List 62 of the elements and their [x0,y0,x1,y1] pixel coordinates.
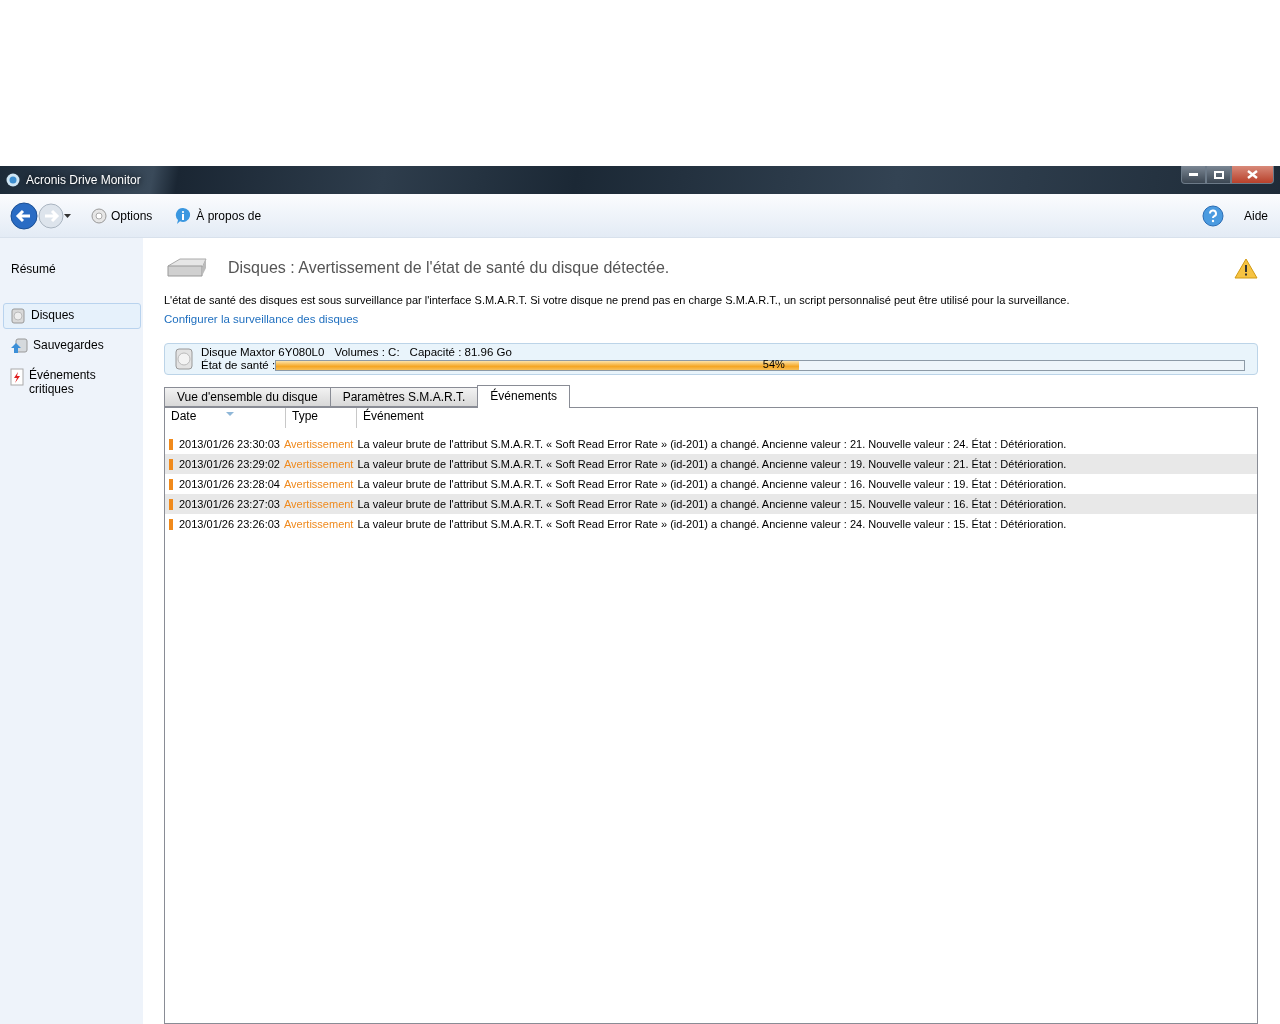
configure-link[interactable]: Configurer la surveillance des disques [164,313,359,325]
disk-volumes: Volumes : C: [334,346,400,359]
options-button[interactable]: Options [89,205,155,226]
warning-icon [1234,257,1258,279]
table-cell: Avertissement [283,518,354,530]
warning-marker-icon [169,458,173,470]
table-cell: Avertissement [283,458,354,470]
event-row[interactable]: 2013/01/26 23:27:03 Avertissement La valeur brute de l'attribut S.M.A.R.T. « Soft Read Error Rate » (id-201) a changé. Ancienne valeur : 15. Nouvelle valeur : 16. État : Détérioration. [165,494,1257,514]
info-icon [174,206,193,225]
critical-event-icon [10,368,24,386]
health-reading: 54% [762,358,786,371]
table-cell: La valeur brute de l'attribut S.M.A.R.T. « Soft Read Error Rate » (id-201) a changé. Ancienne valeur : 15. Nouvelle valeur : 16. État : Détérioration. [357,498,1067,510]
dropdown-caret-icon[interactable] [64,213,71,218]
backup-icon [10,338,28,354]
column-header[interactable]: Date [165,408,286,428]
close-button[interactable] [1231,166,1274,184]
minimize-button[interactable] [1181,166,1206,184]
health-label: État de santé : [201,359,276,372]
app-icon [6,173,20,187]
table-cell: La valeur brute de l'attribut S.M.A.R.T. « Soft Read Error Rate » (id-201) a changé. Ancienne valeur : 16. Nouvelle valeur : 19. État : Détérioration. [357,478,1067,490]
table-cell: Avertissement [283,438,354,450]
summary-link[interactable]: Résumé [3,262,141,276]
table-cell: 2013/01/26 23:26:03 [179,518,280,530]
close-icon [1247,170,1258,179]
about-button[interactable]: À propos de [172,204,264,227]
sort-icon [226,412,235,416]
warning-marker-icon [169,438,173,450]
sidebar-item[interactable]: Événements critiques [3,363,141,401]
table-cell: Avertissement [283,498,354,510]
sidebar-item[interactable]: Disques [3,303,141,329]
description-text: L'état de santé des disques est sous surveillance par l'interface S.M.A.R.T. Si votre disque ne prend pas en charge S.M.A.R.T., un script personnalisé peut être utilisé pour la surveillance. [164,294,1071,306]
disk-icon [10,308,26,324]
tab[interactable]: Paramètres S.M.A.R.T. [329,387,479,407]
minimize-icon [1189,173,1198,176]
warning-marker-icon [169,478,173,490]
tab[interactable]: Vue d'ensemble du disque [164,387,331,407]
sidebar-item[interactable]: Sauvegardes [3,333,141,359]
table-cell: 2013/01/26 23:30:03 [179,438,280,450]
back-button[interactable] [10,201,38,230]
help-icon [1201,204,1224,227]
hard-drive-icon [164,256,210,280]
disk-capacity: Capacité : 81.96 Go [409,346,512,359]
table-cell: La valeur brute de l'attribut S.M.A.R.T. « Soft Read Error Rate » (id-201) a changé. Ancienne valeur : 24. Nouvelle valeur : 15. État : Détérioration. [357,518,1067,530]
table-cell: La valeur brute de l'attribut S.M.A.R.T. « Soft Read Error Rate » (id-201) a changé. Ancienne valeur : 19. Nouvelle valeur : 21. État : Détérioration. [357,458,1067,470]
warning-marker-icon [169,498,173,510]
tab[interactable]: Événements [477,385,571,408]
window-title: Acronis Drive Monitor [26,173,142,187]
column-header[interactable]: Type [286,408,357,428]
page-title: Disques : Avertissement de l'état de santé du disque détectée. [228,259,671,277]
disk-name: Disque Maxtor 6Y080L0 [201,346,325,359]
table-cell: Avertissement [283,478,354,490]
warning-marker-icon [169,518,173,530]
table-cell: La valeur brute de l'attribut S.M.A.R.T. « Soft Read Error Rate » (id-201) a changé. Ancienne valeur : 21. Nouvelle valeur : 24. État : Détérioration. [357,438,1067,450]
help-button[interactable]: Aide [1241,206,1270,225]
table-cell: 2013/01/26 23:29:02 [179,458,280,470]
column-header[interactable]: Événement [357,408,657,428]
gear-icon [91,207,107,224]
maximize-icon [1213,170,1224,179]
table-cell: 2013/01/26 23:27:03 [179,498,280,510]
table-cell: 2013/01/26 23:28:04 [179,478,280,490]
maximize-button[interactable] [1206,166,1231,184]
event-row[interactable]: 2013/01/26 23:29:02 Avertissement La valeur brute de l'attribut S.M.A.R.T. « Soft Read Error Rate » (id-201) a changé. Ancienne valeur : 19. Nouvelle valeur : 21. État : Détérioration. [165,454,1257,474]
